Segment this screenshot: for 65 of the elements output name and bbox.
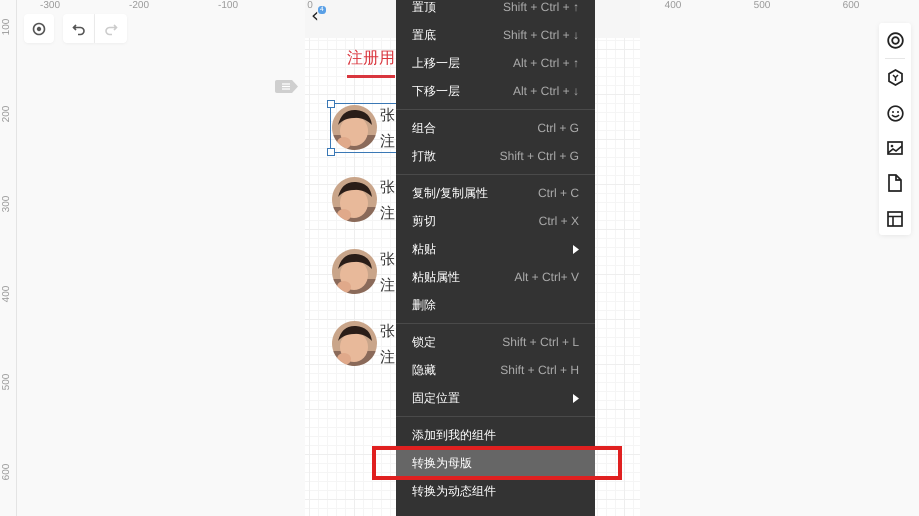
submenu-arrow-icon — [573, 244, 579, 254]
target-icon — [32, 22, 46, 36]
ruler-label: 500 — [1, 372, 12, 392]
user-name: 张 — [380, 249, 395, 269]
resize-handle[interactable] — [327, 148, 335, 156]
menu-item[interactable]: 转换为动态组件 — [396, 477, 595, 505]
menu-item[interactable]: 粘贴属性 Alt + Ctrl+ V — [396, 263, 595, 291]
submenu-arrow-icon — [573, 394, 579, 402]
shortcut-label: Shift + Ctrl + ↑ — [502, 0, 579, 14]
shortcut-label: Shift + Ctrl + H — [500, 363, 579, 377]
undo-icon — [72, 22, 86, 36]
user-note: 注 — [380, 275, 395, 295]
shortcut-label: Ctrl + G — [537, 121, 579, 135]
menu-item[interactable]: 删除 — [396, 291, 595, 319]
menu-item[interactable]: 打散 Shift + Ctrl + G — [396, 142, 595, 170]
user-note: 注 — [380, 347, 395, 367]
shortcut-label: Shift + Ctrl + G — [500, 149, 579, 163]
resize-handle[interactable] — [327, 100, 335, 108]
page-icon[interactable] — [888, 174, 902, 192]
user-note: 注 — [380, 203, 395, 223]
shortcut-label: Ctrl + C — [538, 186, 579, 200]
undo-button[interactable] — [63, 14, 95, 43]
menu-item[interactable]: 固定位置 — [396, 384, 595, 412]
shortcut-label: Shift + Ctrl + ↓ — [502, 28, 579, 42]
layout-icon[interactable] — [887, 211, 903, 227]
shortcut-label: Alt + Ctrl + ↑ — [512, 56, 579, 70]
shortcut-label: Ctrl + X — [538, 214, 579, 228]
ruler-label: 400 — [664, 0, 682, 11]
ruler-label: -300 — [40, 0, 60, 11]
menu-item[interactable]: 组合 Ctrl + G — [396, 114, 595, 142]
hexagon-icon[interactable] — [888, 69, 902, 86]
user-name: 张 — [380, 321, 395, 341]
ruler-label: -100 — [218, 0, 238, 11]
ruler-label: -200 — [129, 0, 149, 11]
ruler-label: 200 — [1, 104, 12, 124]
menu-item[interactable]: 添加到我的组件 — [396, 421, 595, 449]
back-arrow[interactable]: ‹ — [311, 4, 319, 26]
redo-icon — [104, 22, 118, 36]
menu-item[interactable]: 隐藏 Shift + Ctrl + H — [396, 356, 595, 384]
menu-item[interactable]: 复制/复制属性 Ctrl + C — [396, 179, 595, 207]
ruler-label: 100 — [1, 18, 12, 38]
image-icon[interactable] — [887, 141, 903, 155]
menu-item[interactable]: 下移一层 Alt + Ctrl + ↓ — [396, 77, 595, 105]
ruler-label: 600 — [842, 0, 860, 11]
user-name: 张 — [380, 177, 395, 197]
menu-item[interactable]: 置底 Shift + Ctrl + ↓ — [396, 21, 595, 49]
menu-item[interactable]: 粘贴 — [396, 235, 595, 263]
shortcut-label: Shift + Ctrl + L — [502, 335, 579, 349]
target-button[interactable] — [24, 14, 54, 43]
ruler-label: 0 — [307, 0, 313, 11]
shortcut-label: Alt + Ctrl + ↓ — [512, 84, 579, 98]
ruler-label: 600 — [1, 462, 12, 482]
shortcut-label: Alt + Ctrl+ V — [514, 270, 579, 284]
target-icon[interactable] — [886, 32, 904, 49]
menu-item[interactable]: 剪切 Ctrl + X — [396, 207, 595, 235]
menu-item[interactable]: 置顶 Shift + Ctrl + ↑ — [396, 0, 595, 21]
menu-item[interactable]: 锁定 Shift + Ctrl + L — [396, 328, 595, 356]
menu-item[interactable]: 转换为母版 — [396, 449, 595, 477]
ruler-label: 400 — [1, 284, 12, 304]
ruler-label: 300 — [1, 194, 12, 214]
smiley-icon[interactable] — [886, 105, 904, 122]
user-name: 张 — [380, 105, 395, 125]
menu-item[interactable]: 上移一层 Alt + Ctrl + ↑ — [396, 49, 595, 77]
ruler-label: 500 — [754, 0, 770, 11]
user-note: 注 — [380, 131, 395, 151]
